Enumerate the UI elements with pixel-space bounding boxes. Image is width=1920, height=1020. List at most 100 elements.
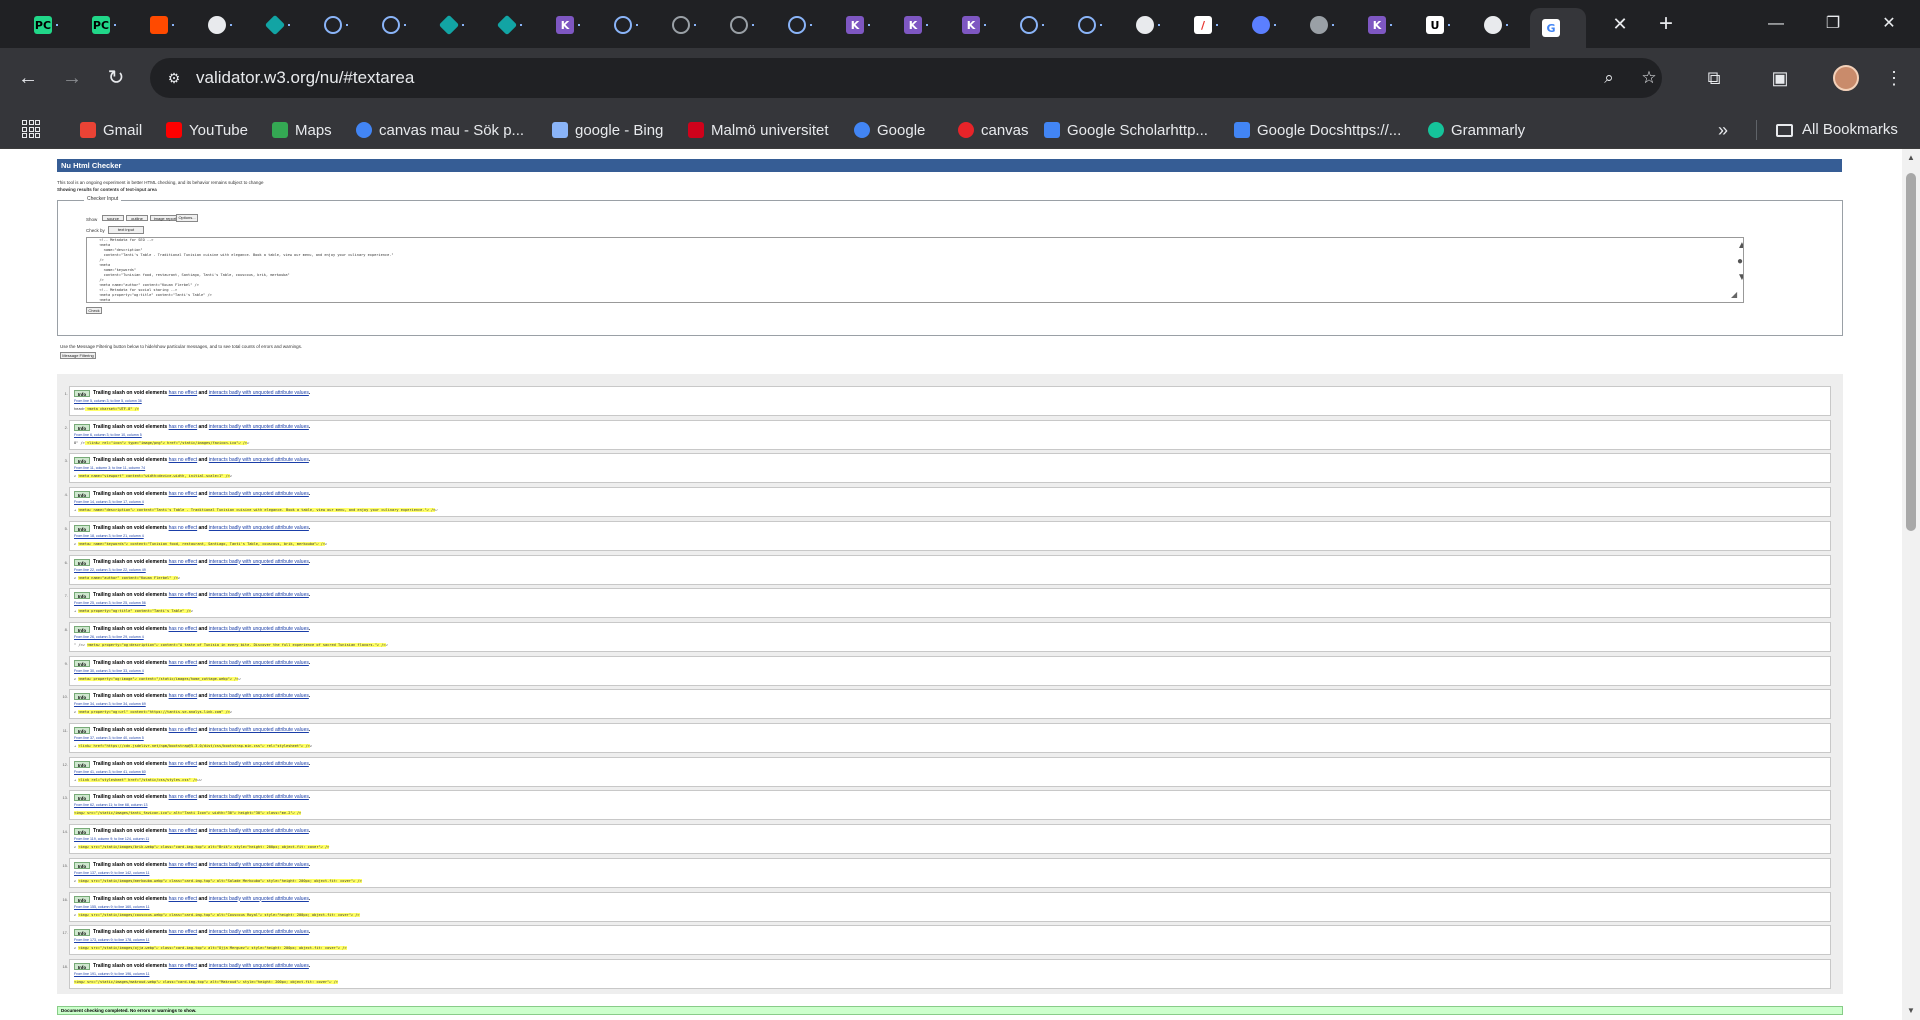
show-outline-checkbox[interactable]: outline bbox=[126, 215, 148, 221]
reload-button[interactable]: ↻ bbox=[100, 62, 132, 94]
unquoted-attributes-link[interactable]: interacts badly with unquoted attribute … bbox=[209, 693, 309, 699]
window-close-button[interactable]: ✕ bbox=[1866, 6, 1912, 42]
unquoted-attributes-link[interactable]: interacts badly with unquoted attribute … bbox=[209, 660, 309, 666]
browser-tab[interactable]: K bbox=[834, 8, 886, 42]
browser-tab[interactable] bbox=[196, 8, 248, 42]
minimize-button[interactable]: — bbox=[1753, 6, 1799, 42]
unquoted-attributes-link[interactable]: interacts badly with unquoted attribute … bbox=[209, 727, 309, 733]
message-location-link[interactable]: From line 41, column 3; to line 41, colu… bbox=[74, 770, 146, 774]
close-tab-icon[interactable]: ✕ bbox=[1608, 12, 1632, 36]
message-location-link[interactable]: From line 119, column 9; to line 124, co… bbox=[74, 837, 149, 841]
message-location-link[interactable]: From line 37, column 3; to line 40, colu… bbox=[74, 736, 144, 740]
unquoted-attributes-link[interactable]: interacts badly with unquoted attribute … bbox=[209, 761, 309, 767]
message-location-link[interactable]: From line 18, column 3; to line 21, colu… bbox=[74, 534, 144, 538]
unquoted-attributes-link[interactable]: interacts badly with unquoted attribute … bbox=[209, 592, 309, 598]
all-bookmarks-button[interactable]: All Bookmarks bbox=[1776, 118, 1898, 142]
browser-tab[interactable]: K bbox=[1356, 8, 1408, 42]
has-no-effect-link[interactable]: has no effect bbox=[169, 693, 198, 699]
message-location-link[interactable]: From line 155, column 9; to line 160, co… bbox=[74, 905, 149, 909]
browser-tab[interactable] bbox=[1008, 8, 1060, 42]
browser-tab[interactable] bbox=[1066, 8, 1118, 42]
has-no-effect-link[interactable]: has no effect bbox=[169, 929, 198, 935]
message-location-link[interactable]: From line 25, column 3; to line 25, colu… bbox=[74, 601, 146, 605]
has-no-effect-link[interactable]: has no effect bbox=[169, 761, 198, 767]
unquoted-attributes-link[interactable]: interacts badly with unquoted attribute … bbox=[209, 626, 309, 632]
browser-tab[interactable]: K bbox=[544, 8, 596, 42]
html-textarea[interactable]: ▲ ● ▼ ◢ <!-- Metadata for SEO --> <meta … bbox=[86, 237, 1744, 303]
browser-tab[interactable] bbox=[370, 8, 422, 42]
has-no-effect-link[interactable]: has no effect bbox=[169, 559, 198, 565]
back-button[interactable]: ← bbox=[12, 62, 44, 94]
message-filtering-button[interactable]: Message Filtering bbox=[60, 352, 96, 359]
has-no-effect-link[interactable]: has no effect bbox=[169, 963, 198, 969]
unquoted-attributes-link[interactable]: interacts badly with unquoted attribute … bbox=[209, 862, 309, 868]
address-bar[interactable]: ⚙ validator.w3.org/nu/#textarea ⌕ ☆ bbox=[150, 58, 1662, 98]
scroll-thumb-icon[interactable]: ● bbox=[1737, 257, 1743, 267]
options-button[interactable]: Options... bbox=[176, 214, 198, 222]
has-no-effect-link[interactable]: has no effect bbox=[169, 390, 198, 396]
message-location-link[interactable]: From line 14, column 3; to line 17, colu… bbox=[74, 500, 144, 504]
browser-tab[interactable] bbox=[1298, 8, 1350, 42]
unquoted-attributes-link[interactable]: interacts badly with unquoted attribute … bbox=[209, 929, 309, 935]
bookmark-item[interactable]: google - Bing bbox=[552, 118, 663, 142]
scroll-up-icon[interactable]: ▲ bbox=[1737, 241, 1743, 251]
browser-tab[interactable] bbox=[776, 8, 828, 42]
message-location-link[interactable]: From line 26, column 3; to line 29, colu… bbox=[74, 635, 144, 639]
page-scrollbar[interactable]: ▲ ▼ bbox=[1902, 149, 1920, 1020]
has-no-effect-link[interactable]: has no effect bbox=[169, 457, 198, 463]
message-location-link[interactable]: From line 62, column 11; to line 68, col… bbox=[74, 803, 147, 807]
browser-tab[interactable]: / bbox=[1182, 8, 1234, 42]
has-no-effect-link[interactable]: has no effect bbox=[169, 794, 198, 800]
browser-tab[interactable] bbox=[1240, 8, 1292, 42]
browser-tab[interactable]: K bbox=[892, 8, 944, 42]
unquoted-attributes-link[interactable]: interacts badly with unquoted attribute … bbox=[209, 424, 309, 430]
has-no-effect-link[interactable]: has no effect bbox=[169, 660, 198, 666]
has-no-effect-link[interactable]: has no effect bbox=[169, 491, 198, 497]
message-location-link[interactable]: From line 22, column 3; to line 22, colu… bbox=[74, 568, 146, 572]
has-no-effect-link[interactable]: has no effect bbox=[169, 896, 198, 902]
browser-tab[interactable] bbox=[138, 8, 190, 42]
site-info-icon[interactable]: ⚙ bbox=[164, 68, 184, 88]
message-location-link[interactable]: From line 5, column 3; to line 5, column… bbox=[74, 399, 142, 403]
browser-tab[interactable] bbox=[718, 8, 770, 42]
bookmark-item[interactable]: Google bbox=[854, 118, 925, 142]
bookmark-item[interactable]: Malmö universitet bbox=[688, 118, 829, 142]
browser-tab[interactable]: U bbox=[1414, 8, 1466, 42]
scroll-up-icon[interactable]: ▲ bbox=[1906, 153, 1916, 163]
apps-icon[interactable] bbox=[22, 120, 40, 138]
message-location-link[interactable]: From line 30, column 3; to line 33, colu… bbox=[74, 669, 144, 673]
message-location-link[interactable]: From line 173, column 9; to line 178, co… bbox=[74, 938, 149, 942]
unquoted-attributes-link[interactable]: interacts badly with unquoted attribute … bbox=[209, 896, 309, 902]
show-source-checkbox[interactable]: source bbox=[102, 215, 124, 221]
browser-tab[interactable] bbox=[1472, 8, 1524, 42]
browser-tab[interactable] bbox=[428, 8, 480, 42]
check-button[interactable]: Check bbox=[86, 307, 102, 314]
scroll-down-icon[interactable]: ▼ bbox=[1906, 1006, 1916, 1016]
browser-tab[interactable]: K bbox=[950, 8, 1002, 42]
active-tab[interactable]: G bbox=[1530, 8, 1586, 48]
unquoted-attributes-link[interactable]: interacts badly with unquoted attribute … bbox=[209, 491, 309, 497]
unquoted-attributes-link[interactable]: interacts badly with unquoted attribute … bbox=[209, 390, 309, 396]
new-tab-button[interactable]: + bbox=[1652, 10, 1680, 38]
menu-icon[interactable]: ⋮ bbox=[1880, 64, 1908, 92]
browser-tab[interactable] bbox=[486, 8, 538, 42]
more-bookmarks-icon[interactable]: » bbox=[1718, 118, 1728, 142]
bookmark-item[interactable]: Google Scholarhttp... bbox=[1044, 118, 1208, 142]
browser-tab[interactable]: PC bbox=[80, 8, 132, 42]
message-location-link[interactable]: From line 137, column 9; to line 142, co… bbox=[74, 871, 149, 875]
url-text[interactable]: validator.w3.org/nu/#textarea bbox=[196, 67, 414, 89]
message-location-link[interactable]: From line 6, column 3; to line 10, colum… bbox=[74, 433, 142, 437]
message-location-link[interactable]: From line 191, column 9; to line 196, co… bbox=[74, 972, 149, 976]
message-location-link[interactable]: From line 34, column 3; to line 34, colu… bbox=[74, 702, 146, 706]
zoom-icon[interactable]: ⌕ bbox=[1597, 66, 1621, 90]
browser-tab[interactable]: PC bbox=[22, 8, 74, 42]
unquoted-attributes-link[interactable]: interacts badly with unquoted attribute … bbox=[209, 559, 309, 565]
has-no-effect-link[interactable]: has no effect bbox=[169, 828, 198, 834]
has-no-effect-link[interactable]: has no effect bbox=[169, 626, 198, 632]
media-icon[interactable]: ▣ bbox=[1766, 64, 1794, 92]
bookmark-item[interactable]: Maps bbox=[272, 118, 332, 142]
browser-tab[interactable] bbox=[312, 8, 364, 42]
bookmark-item[interactable]: canvas bbox=[958, 118, 1029, 142]
bookmark-star-icon[interactable]: ☆ bbox=[1637, 66, 1661, 90]
bookmark-item[interactable]: Google Docshttps://... bbox=[1234, 118, 1401, 142]
